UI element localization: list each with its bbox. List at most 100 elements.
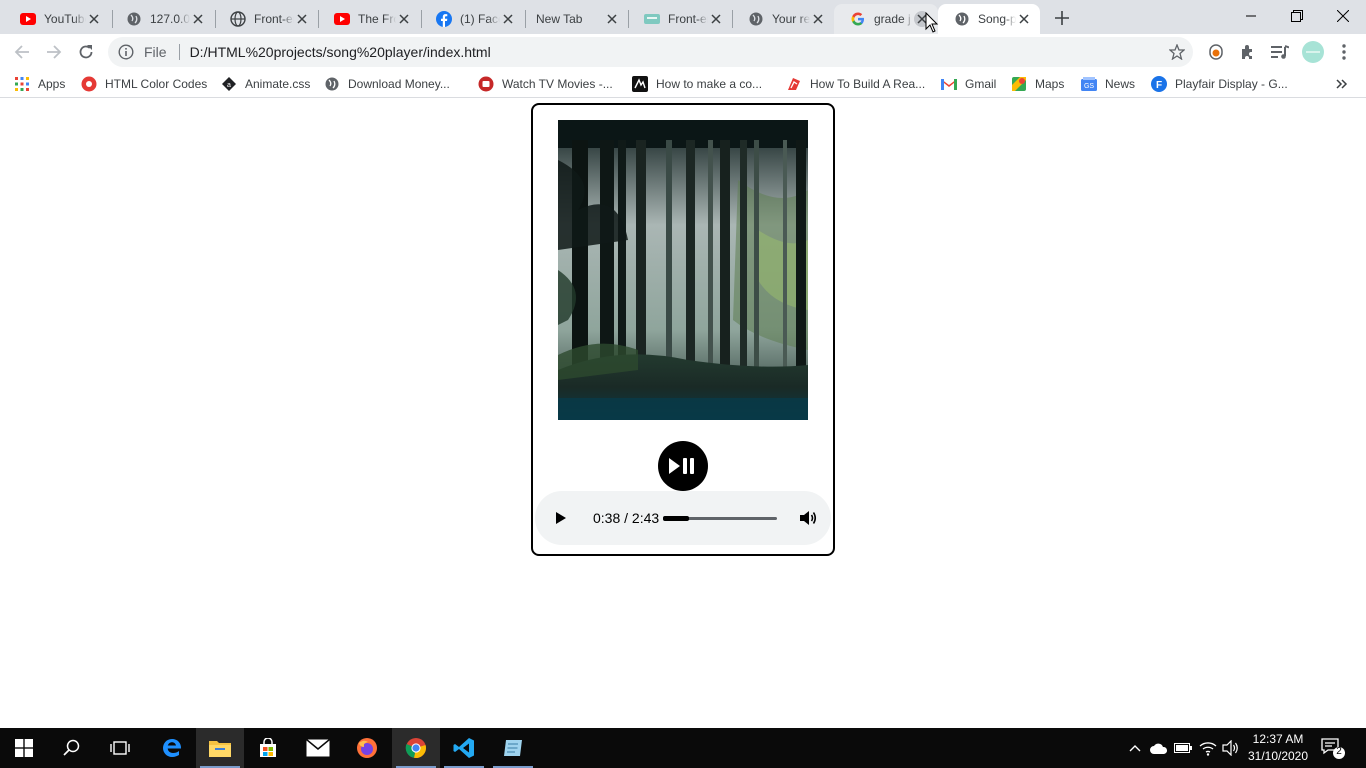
- bookmark-label: How To Build A Rea...: [810, 77, 926, 91]
- bookmark-star-icon[interactable]: [1169, 44, 1185, 60]
- url-text[interactable]: D:/HTML%20projects/song%20player/index.h…: [190, 44, 491, 60]
- close-tab-icon[interactable]: [810, 11, 826, 27]
- taskbar-firefox[interactable]: [343, 728, 391, 768]
- minimize-button[interactable]: [1228, 0, 1274, 32]
- more-menu-icon[interactable]: [1334, 42, 1354, 62]
- bookmark-how-to-build[interactable]: How To Build A Rea...: [786, 75, 925, 93]
- tab-the-front[interactable]: The Front: [318, 4, 420, 34]
- arrow-left-icon: [14, 45, 29, 59]
- bookmarks-overflow-button[interactable]: [1336, 75, 1348, 93]
- bookmark-label: Gmail: [965, 77, 997, 91]
- close-tab-icon[interactable]: [604, 11, 620, 27]
- bookmark-watch-tv[interactable]: Watch TV Movies -...: [478, 75, 613, 93]
- taskbar-edge[interactable]: [148, 728, 196, 768]
- new-tab-button[interactable]: [1050, 6, 1074, 30]
- bookmark-html-color-codes[interactable]: HTML Color Codes: [81, 75, 207, 93]
- action-center-button[interactable]: 2: [1320, 736, 1346, 760]
- bookmark-playfair-display[interactable]: F Playfair Display - G...: [1151, 75, 1288, 93]
- close-tab-icon[interactable]: [294, 11, 310, 27]
- edge-legacy-icon: [163, 739, 182, 757]
- bookmark-gmail[interactable]: Gmail: [941, 75, 996, 93]
- tab-front-end[interactable]: Front-end: [214, 4, 318, 34]
- windows-logo-icon: [15, 739, 33, 757]
- gmail-icon: [941, 76, 957, 92]
- bookmark-apps[interactable]: Apps: [14, 75, 65, 93]
- close-tab-icon[interactable]: [708, 11, 724, 27]
- bookmark-news[interactable]: GS News: [1081, 75, 1135, 93]
- audio-controls: 0:38 / 2:43: [535, 491, 831, 545]
- address-bar[interactable]: File D:/HTML%20projects/song%20player/in…: [108, 37, 1193, 67]
- bookmark-how-to-make[interactable]: How to make a co...: [632, 75, 762, 93]
- tab-youtube[interactable]: YouTube: [4, 4, 110, 34]
- extension-icon[interactable]: [1206, 42, 1226, 62]
- notepad-icon: [504, 740, 522, 756]
- play-icon[interactable]: [553, 510, 569, 526]
- media-queue-icon[interactable]: [1270, 42, 1290, 62]
- mouse-cursor-icon: [925, 12, 939, 33]
- taskbar-file-explorer[interactable]: [196, 728, 244, 768]
- time-display: 0:38 / 2:43: [593, 510, 660, 526]
- seek-slider[interactable]: [663, 516, 777, 521]
- bookmark-maps[interactable]: Maps: [1011, 75, 1064, 93]
- chevron-double-right-icon: [1336, 79, 1348, 89]
- back-button[interactable]: [8, 38, 36, 66]
- news-icon: GS: [1081, 76, 1097, 92]
- show-hidden-icons-button[interactable]: [1124, 728, 1146, 768]
- tab-title: Your re: [772, 12, 810, 26]
- bookmark-label: Animate.css: [245, 77, 311, 91]
- seek-progress: [663, 516, 690, 521]
- bookmark-download-money[interactable]: Download Money...: [324, 75, 450, 93]
- cloud-icon: [1150, 743, 1168, 754]
- profile-avatar[interactable]: [1302, 41, 1324, 63]
- chrome-icon: [405, 738, 426, 758]
- close-tab-icon[interactable]: [190, 11, 206, 27]
- bookmark-animate-css[interactable]: a Animate.css: [221, 75, 310, 93]
- apps-grid-icon: [14, 76, 30, 92]
- tab-song-player[interactable]: Song-p: [938, 4, 1040, 34]
- restore-button[interactable]: [1274, 0, 1320, 32]
- onedrive-tray-icon[interactable]: [1148, 728, 1170, 768]
- tab-title: Front-end: [668, 12, 708, 26]
- youtube-icon: [334, 11, 350, 27]
- codeigniter-icon: [786, 76, 802, 92]
- taskbar-notepad[interactable]: [489, 728, 537, 768]
- browser-toolbar: File D:/HTML%20projects/song%20player/in…: [0, 34, 1366, 70]
- bookmark-label: News: [1105, 77, 1136, 91]
- tab-your-re[interactable]: Your re: [732, 4, 834, 34]
- tab-frontend-mentor[interactable]: Front-end: [628, 4, 732, 34]
- taskbar-vscode[interactable]: [440, 728, 488, 768]
- forward-button[interactable]: [40, 38, 68, 66]
- taskbar-store[interactable]: [244, 728, 292, 768]
- start-button[interactable]: [0, 728, 48, 768]
- close-tab-icon[interactable]: [500, 11, 516, 27]
- bookmark-label: Apps: [38, 77, 66, 91]
- tab-facebook[interactable]: (1) Facebook: [420, 4, 524, 34]
- play-pause-button[interactable]: [658, 441, 708, 491]
- task-view-icon: [110, 741, 130, 755]
- tab-localhost[interactable]: 127.0.0.1: [110, 4, 214, 34]
- globe-icon: [954, 11, 970, 27]
- bookmark-label: Playfair Display - G...: [1175, 77, 1288, 91]
- close-tab-icon[interactable]: [86, 11, 102, 27]
- taskbar-clock[interactable]: 12:37 AM 31/10/2020: [1238, 731, 1318, 765]
- close-tab-icon[interactable]: [1016, 11, 1032, 27]
- close-window-button[interactable]: [1320, 0, 1366, 32]
- battery-tray-icon[interactable]: [1172, 728, 1194, 768]
- animate-css-icon: a: [221, 76, 237, 92]
- extensions-puzzle-icon[interactable]: [1238, 42, 1258, 62]
- taskbar-chrome[interactable]: [392, 728, 440, 768]
- tab-new-tab[interactable]: New Tab: [524, 4, 628, 34]
- globe-icon: [748, 11, 764, 27]
- task-view-button[interactable]: [96, 728, 144, 768]
- network-tray-icon[interactable]: [1196, 728, 1220, 768]
- taskbar-mail[interactable]: [294, 728, 342, 768]
- tab-title: The Front: [358, 12, 396, 26]
- volume-icon[interactable]: [799, 509, 817, 527]
- info-icon[interactable]: [118, 44, 134, 60]
- search-button[interactable]: [48, 728, 96, 768]
- tv-movies-icon: [478, 76, 494, 92]
- tab-grade[interactable]: grade j: [834, 4, 938, 34]
- clock-time: 12:37 AM: [1252, 732, 1304, 746]
- reload-button[interactable]: [72, 38, 100, 66]
- close-tab-icon[interactable]: [396, 11, 412, 27]
